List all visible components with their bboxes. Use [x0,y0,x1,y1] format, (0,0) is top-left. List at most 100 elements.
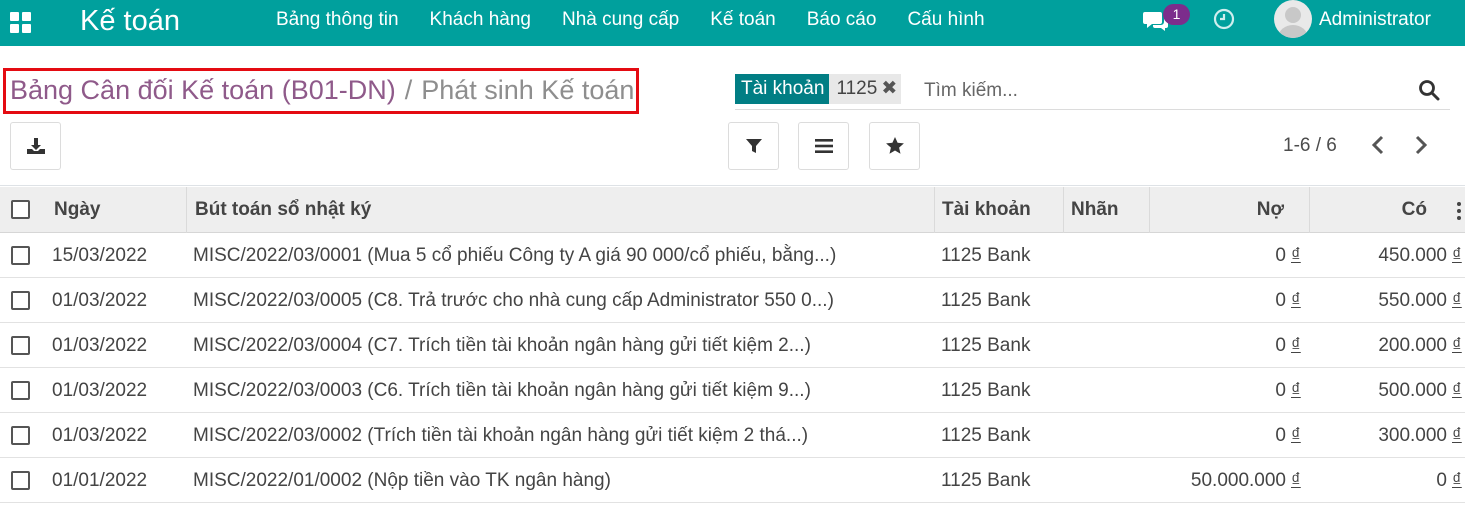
search-icon[interactable] [1418,79,1440,101]
cell-credit: 550.000 [1378,290,1447,311]
currency-symbol: ₫ [1291,425,1301,446]
breadcrumb-separator: / [404,75,413,105]
row-checkbox[interactable] [11,381,30,400]
cell-debit: 0 [1275,290,1286,311]
cell-date: 01/03/2022 [52,425,148,446]
table-row[interactable]: 01/01/2022 MISC/2022/01/0002 (Nộp tiền v… [0,458,1465,503]
column-separator [1063,187,1064,233]
menu-item-accounting[interactable]: Kế toán [710,0,776,46]
cell-account: 1125 Bank [941,470,1031,491]
column-header-journal-entry[interactable]: Bút toán sổ nhật ký [195,187,371,233]
main-menu: Bảng thông tin Khách hàng Nhà cung cấp K… [276,0,1016,46]
column-header-label[interactable]: Nhãn [1071,187,1119,233]
download-icon [26,138,45,154]
favorites-button[interactable] [869,122,920,170]
row-checkbox[interactable] [11,246,30,265]
download-button[interactable] [10,122,61,170]
chevron-left-icon[interactable] [1369,134,1387,156]
currency-symbol: ₫ [1291,335,1301,356]
table-row[interactable]: 01/03/2022 MISC/2022/03/0005 (C8. Trả tr… [0,278,1465,323]
control-panel: Bảng Cân đối Kế toán (B01-DN) / Phát sinh … [0,46,1465,186]
cell-journal-entry: MISC/2022/03/0004 (C7. Trích tiền tài kh… [193,335,811,356]
user-name[interactable]: Administrator [1319,0,1431,40]
currency-symbol: ₫ [1452,470,1462,491]
journal-items-table: Ngày Bút toán sổ nhật ký Tài khoản Nhãn … [0,187,1465,503]
breadcrumb-parent-link[interactable]: Bảng Cân đối Kế toán (B01-DN) [10,75,396,105]
menu-item-reports[interactable]: Báo cáo [807,0,877,46]
facet-value: 1125 [836,78,878,99]
cell-date: 01/01/2022 [52,470,148,491]
cell-account: 1125 Bank [941,380,1031,401]
cell-journal-entry: MISC/2022/03/0002 (Trích tiền tài khoản … [193,425,809,446]
menu-item-vendors[interactable]: Nhà cung cấp [562,0,679,46]
filter-button[interactable] [728,122,779,170]
cell-date: 15/03/2022 [52,245,148,266]
filter-icon [745,139,762,153]
cell-date: 01/03/2022 [52,290,148,311]
cell-account: 1125 Bank [941,245,1031,266]
row-checkbox[interactable] [11,471,30,490]
currency-symbol: ₫ [1452,290,1462,311]
column-separator [186,187,187,233]
facet-label: Tài khoản [735,74,830,104]
currency-symbol: ₫ [1452,425,1462,446]
currency-symbol: ₫ [1452,245,1462,266]
cell-account: 1125 Bank [941,425,1031,446]
cell-journal-entry: MISC/2022/03/0003 (C6. Trích tiền tài kh… [193,380,811,401]
table-row[interactable]: 15/03/2022 MISC/2022/03/0001 (Mua 5 cổ p… [0,233,1465,278]
cell-credit: 500.000 [1378,380,1447,401]
clock-icon[interactable] [1213,8,1235,30]
cell-date: 01/03/2022 [52,380,148,401]
breadcrumb-current: Phát sinh Kế toán [421,75,635,105]
avatar[interactable] [1274,0,1312,38]
cell-date: 01/03/2022 [52,335,148,356]
apps-grid-icon[interactable] [10,12,31,33]
currency-symbol: ₫ [1452,335,1462,356]
cell-credit: 300.000 [1378,425,1447,446]
avatar-icon [1278,7,1308,38]
cell-account: 1125 Bank [941,290,1031,311]
cell-account: 1125 Bank [941,335,1031,356]
currency-symbol: ₫ [1291,380,1301,401]
table-row[interactable]: 01/03/2022 MISC/2022/03/0003 (C6. Trích … [0,368,1465,413]
column-header-debit[interactable]: Nợ [1150,187,1284,233]
cell-credit: 200.000 [1378,335,1447,356]
column-header-date[interactable]: Ngày [54,187,100,233]
table-header: Ngày Bút toán sổ nhật ký Tài khoản Nhãn … [0,187,1465,233]
table-row[interactable]: 01/03/2022 MISC/2022/03/0004 (C7. Trích … [0,323,1465,368]
breadcrumb: Bảng Cân đối Kế toán (B01-DN) / Phát sinh … [10,74,634,106]
cell-credit: 450.000 [1378,245,1447,266]
menu-item-configuration[interactable]: Cấu hình [907,0,984,46]
cell-journal-entry: MISC/2022/01/0002 (Nộp tiền vào TK ngân … [193,470,611,491]
cell-debit: 0 [1275,425,1286,446]
search-bar: Tài khoản 1125 ✖ [735,74,1450,110]
column-header-credit[interactable]: Có [1310,187,1427,233]
currency-symbol: ₫ [1452,380,1462,401]
currency-symbol: ₫ [1291,245,1301,266]
currency-symbol: ₫ [1291,470,1301,491]
column-header-account[interactable]: Tài khoản [942,187,1031,233]
row-checkbox[interactable] [11,291,30,310]
pager-value[interactable]: 1-6 / 6 [1283,132,1337,160]
menu-item-customers[interactable]: Khách hàng [430,0,531,46]
select-all-checkbox[interactable] [11,200,30,219]
top-navbar: Kế toán Bảng thông tin Khách hàng Nhà cu… [0,0,1465,46]
row-checkbox[interactable] [11,426,30,445]
app-title[interactable]: Kế toán [80,3,180,39]
currency-symbol: ₫ [1291,290,1301,311]
table-row[interactable]: 01/03/2022 MISC/2022/03/0002 (Trích tiền… [0,413,1465,458]
cell-debit: 0 [1275,335,1286,356]
message-count-badge: 1 [1163,4,1190,25]
star-icon [885,137,904,154]
menu-item-dashboard[interactable]: Bảng thông tin [276,0,399,46]
kebab-icon[interactable] [1457,201,1461,221]
group-by-icon [814,139,833,153]
row-checkbox[interactable] [11,336,30,355]
cell-debit: 0 [1275,380,1286,401]
group-by-button[interactable] [798,122,849,170]
search-input[interactable] [924,76,1394,106]
chevron-right-icon[interactable] [1412,134,1430,156]
facet-remove-icon[interactable]: ✖ [881,74,901,104]
cell-journal-entry: MISC/2022/03/0005 (C8. Trả trước cho nhà… [193,290,834,311]
cell-credit: 0 [1436,470,1447,491]
